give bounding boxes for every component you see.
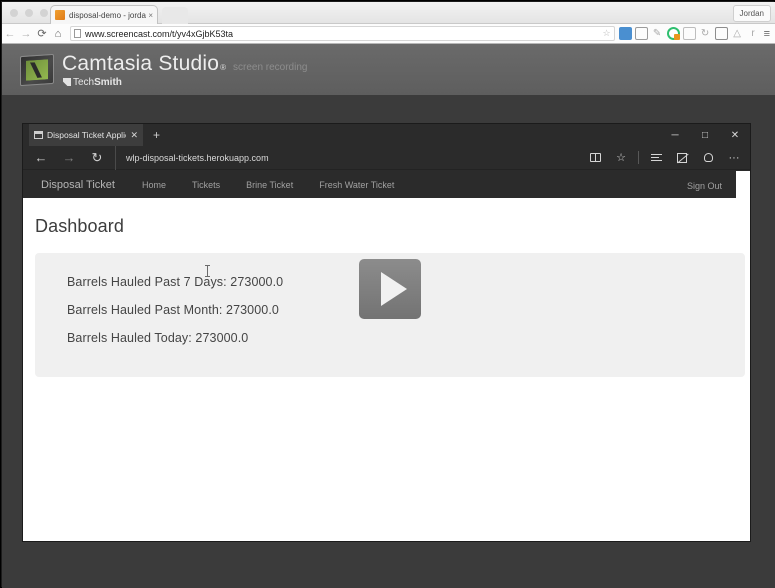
edge-toolbar: ← → ↻ wlp-disposal-tickets.herokuapp.com… [23, 145, 750, 170]
profile-button[interactable]: Jordan [732, 5, 771, 22]
extension-green-record-icon[interactable] [666, 27, 680, 40]
minimize-icon[interactable]: ─ [660, 124, 690, 146]
sign-out-link[interactable]: Sign Out [687, 181, 722, 191]
nav-link-home[interactable]: Home [129, 180, 179, 190]
edge-browser-window: Disposal Ticket Applicat ✕ + ─ □ ✕ ← → ↻… [23, 124, 750, 541]
camtasia-title: Camtasia Studio [62, 51, 220, 75]
extension-refresh-icon[interactable]: ↻ [699, 27, 712, 40]
edge-address-bar[interactable]: wlp-disposal-tickets.herokuapp.com [115, 145, 583, 170]
hub-lines-icon[interactable] [644, 147, 668, 169]
camtasia-logo-icon [20, 53, 54, 86]
camtasia-banner: Camtasia Studio ® screen recording TechS… [2, 44, 775, 95]
window-icon [34, 131, 43, 139]
more-settings-icon[interactable]: ··· [722, 147, 746, 169]
camtasia-branding: Camtasia Studio ® screen recording TechS… [62, 52, 307, 88]
maximize-window-dot[interactable] [40, 9, 48, 17]
extension-r-icon[interactable]: r [747, 27, 760, 40]
edge-toolbar-tools: ☆ ··· [583, 147, 746, 169]
navbar-brand[interactable]: Disposal Ticket [23, 179, 129, 191]
minimize-window-dot[interactable] [25, 9, 33, 17]
extension-tray: ✎ ↻ △ r [618, 27, 764, 40]
techsmith-brand: TechSmith [73, 77, 122, 88]
techsmith-mark-icon [63, 78, 71, 86]
chrome-toolbar: ← → ⟳ ⌂ www.screencast.com/t/yv4xGjbK53t… [2, 24, 775, 44]
dashboard-stats-panel: Barrels Hauled Past 7 Days: 273000.0 Bar… [35, 253, 745, 377]
reload-icon[interactable]: ⟳ [34, 27, 50, 40]
edge-address-text: wlp-disposal-tickets.herokuapp.com [126, 152, 269, 163]
extension-dark-box-icon[interactable] [714, 27, 728, 40]
close-window-dot[interactable] [10, 9, 18, 17]
refresh-icon[interactable]: ↻ [83, 150, 111, 166]
camtasia-tagline: screen recording [232, 61, 308, 73]
close-icon[interactable]: × [148, 11, 153, 20]
extension-screen-icon[interactable] [634, 27, 648, 40]
bookmark-star-icon[interactable]: ☆ [603, 28, 611, 39]
nav-link-fresh-water-ticket[interactable]: Fresh Water Ticket [306, 180, 407, 190]
address-bar-url: www.screencast.com/t/yv4xGjbK53ta [85, 28, 234, 39]
edge-title-bar: Disposal Ticket Applicat ✕ + ─ □ ✕ [23, 124, 750, 146]
reading-view-icon[interactable] [583, 147, 607, 169]
extension-grey-box-icon[interactable] [682, 27, 696, 40]
chrome-tab-disposal-demo[interactable]: disposal-demo - jordanda × [50, 5, 158, 24]
nav-link-tickets[interactable]: Tickets [179, 180, 233, 190]
extension-blue-icon[interactable] [618, 27, 632, 40]
new-tab-button[interactable] [162, 7, 188, 24]
page-content: Dashboard Barrels Hauled Past 7 Days: 27… [23, 198, 750, 377]
home-icon[interactable]: ⌂ [50, 28, 66, 40]
stat-barrels-today: Barrels Hauled Today: 273000.0 [67, 331, 249, 345]
favorites-star-icon[interactable]: ☆ [609, 147, 633, 169]
nav-link-brine-ticket[interactable]: Brine Ticket [233, 180, 306, 190]
techsmith-suffix: Smith [94, 76, 122, 88]
chrome-tab-title: disposal-demo - jordanda [69, 10, 146, 20]
chrome-menu-icon[interactable]: ≡ [764, 28, 775, 40]
close-icon[interactable]: ✕ [130, 130, 138, 141]
forward-icon[interactable]: → [55, 150, 83, 165]
play-video-button[interactable] [359, 259, 421, 319]
screencast-favicon [55, 10, 65, 20]
screenshot-root: disposal-demo - jordanda × Jordan ← → ⟳ … [0, 0, 775, 588]
extension-pen-icon[interactable]: ✎ [651, 27, 664, 40]
share-bell-icon[interactable] [696, 147, 720, 169]
address-bar[interactable]: www.screencast.com/t/yv4xGjbK53ta ☆ [70, 26, 615, 41]
techsmith-prefix: Tech [73, 76, 95, 88]
new-tab-button[interactable]: + [153, 124, 160, 146]
window-traffic-lights [10, 9, 48, 17]
chrome-tab-strip: disposal-demo - jordanda × Jordan [2, 2, 775, 24]
web-note-icon[interactable] [670, 147, 694, 169]
edge-tab-title: Disposal Ticket Applicat [47, 130, 126, 140]
forward-icon[interactable]: → [18, 28, 34, 40]
camtasia-video-area: Disposal Ticket Applicat ✕ + ─ □ ✕ ← → ↻… [2, 95, 775, 588]
back-icon[interactable]: ← [2, 28, 18, 40]
maximize-icon[interactable]: □ [690, 124, 720, 146]
close-icon[interactable]: ✕ [720, 124, 750, 146]
app-viewport: Disposal Ticket Home Tickets Brine Ticke… [23, 171, 750, 541]
edge-window-controls: ─ □ ✕ [660, 124, 750, 146]
page-title: Dashboard [35, 216, 124, 236]
navbar-right: Sign Out [687, 176, 736, 194]
play-icon [380, 272, 407, 306]
edge-tab-disposal-ticket[interactable]: Disposal Ticket Applicat ✕ [29, 124, 143, 146]
page-info-icon[interactable] [74, 29, 81, 38]
back-icon[interactable]: ← [27, 150, 55, 165]
registered-mark-icon: ® [220, 62, 226, 72]
app-navbar: Disposal Ticket Home Tickets Brine Ticke… [23, 171, 736, 198]
extension-drop-icon[interactable]: △ [731, 27, 744, 40]
toolbar-divider [638, 151, 639, 164]
